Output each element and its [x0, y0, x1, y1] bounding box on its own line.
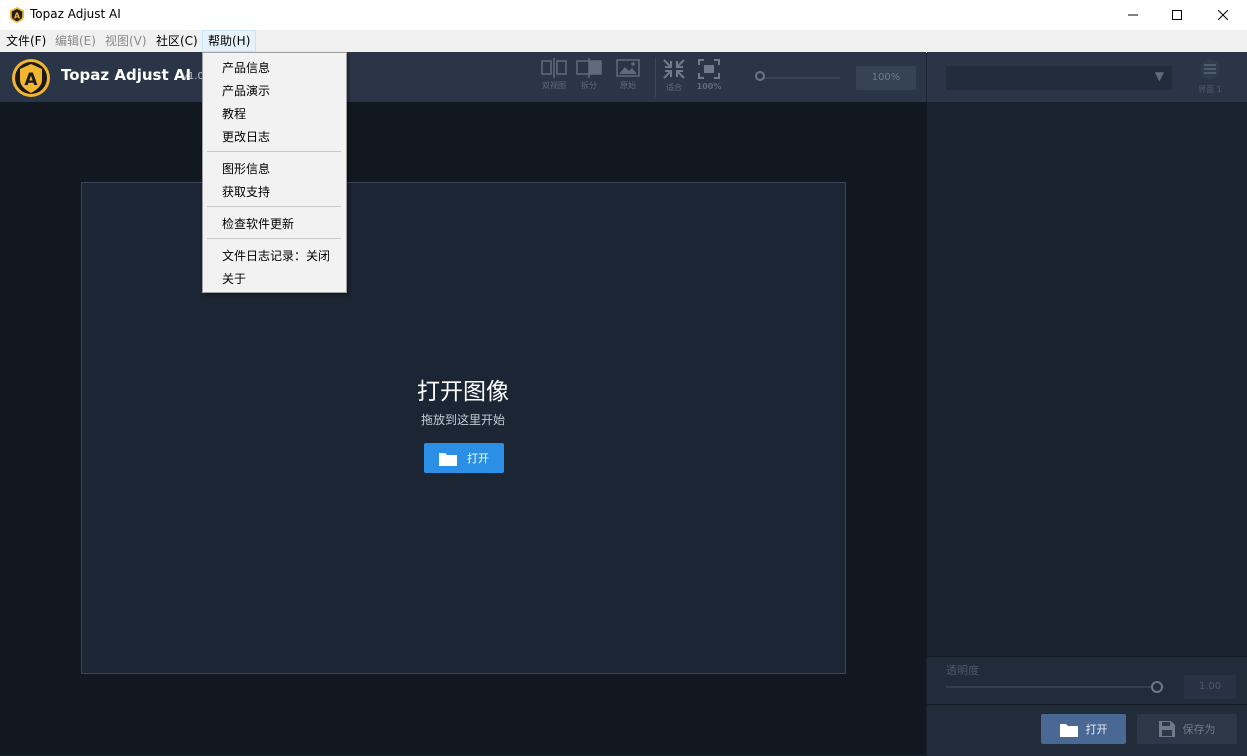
dual-view-icon	[541, 58, 567, 78]
minimize-button[interactable]	[1110, 0, 1156, 30]
close-button[interactable]	[1200, 0, 1246, 30]
minimize-icon	[1128, 14, 1138, 16]
actual-size-button[interactable]: 100%	[691, 58, 727, 98]
open-image-button[interactable]: 打开	[424, 443, 504, 473]
split-button[interactable]: 拆分	[571, 58, 607, 98]
save-as-button[interactable]: 保存为	[1137, 714, 1237, 744]
open-button-bottom-label: 打开	[1085, 723, 1108, 736]
preset-select[interactable]: ▼	[946, 66, 1172, 90]
split-icon	[576, 58, 602, 78]
fit-button[interactable]: 适合	[656, 58, 692, 98]
menu-item-product-demo[interactable]: 产品演示	[222, 82, 270, 99]
menu-file[interactable]: 文件(F)	[1, 30, 51, 52]
dropdown-arrow-icon: ▼	[1154, 69, 1164, 83]
topaz-logo: A	[12, 59, 50, 97]
open-image-label: 打开	[467, 452, 489, 465]
zoom-value-box[interactable]: 100%	[856, 66, 916, 90]
menu-item-changelog[interactable]: 更改日志	[222, 128, 270, 145]
window-titlebar: A Topaz Adjust AI	[0, 0, 1247, 30]
svg-text:A: A	[14, 12, 21, 21]
app-logo-icon: A	[10, 7, 24, 23]
menu-separator	[207, 238, 341, 239]
zoom-slider-track[interactable]	[760, 77, 840, 79]
menu-item-check-updates[interactable]: 检查软件更新	[222, 215, 294, 232]
actual-size-icon	[698, 59, 720, 79]
image-drop-zone[interactable]	[81, 182, 846, 674]
dual-view-button[interactable]: 双视图	[536, 58, 572, 98]
split-label: 拆分	[581, 81, 597, 90]
panel-view-button[interactable]: 界面 1	[1192, 58, 1228, 98]
opacity-slider-track[interactable]	[946, 686, 1164, 688]
menu-item-get-support[interactable]: 获取支持	[222, 183, 270, 200]
menubar: 文件(F) 编辑(E) 视图(V) 社区(C) 帮助(H)	[0, 30, 1247, 53]
help-menu-dropdown: 产品信息 产品演示 教程 更改日志 图形信息 获取支持 检查软件更新 文件日志记…	[202, 52, 347, 293]
menu-item-about[interactable]: 关于	[222, 270, 246, 287]
panel-view-label: 界面 1	[1198, 85, 1222, 94]
actual-size-label: 100%	[696, 82, 722, 91]
original-image-icon	[616, 59, 640, 77]
folder-icon	[1059, 723, 1078, 737]
menu-view[interactable]: 视图(V)	[100, 30, 152, 52]
menu-help[interactable]: 帮助(H)	[202, 30, 257, 52]
folder-icon	[439, 452, 457, 466]
save-icon	[1158, 721, 1175, 737]
fit-label: 适合	[666, 83, 682, 92]
maximize-button[interactable]	[1154, 0, 1200, 30]
menu-item-file-logging[interactable]: 文件日志记录：关闭	[222, 247, 330, 264]
dual-view-label: 双视图	[542, 81, 566, 90]
zoom-slider-handle[interactable]	[755, 71, 765, 81]
close-icon	[1218, 10, 1228, 20]
window-title: Topaz Adjust AI	[30, 7, 121, 21]
menu-edit[interactable]: 编辑(E)	[50, 30, 101, 52]
open-button-bottom[interactable]: 打开	[1041, 714, 1126, 744]
opacity-label: 透明度	[946, 664, 979, 677]
save-as-label: 保存为	[1182, 723, 1216, 736]
maximize-icon	[1172, 10, 1182, 20]
opacity-value-box[interactable]: 1.00	[1184, 675, 1236, 699]
menu-separator	[207, 206, 341, 207]
app-name: Topaz Adjust AI	[61, 66, 192, 84]
drop-zone-subtitle: 拖放到这里开始	[420, 413, 505, 427]
menu-community[interactable]: 社区(C)	[151, 30, 203, 52]
menu-item-graphics-info[interactable]: 图形信息	[222, 160, 270, 177]
menu-item-tutorial[interactable]: 教程	[222, 105, 246, 122]
opacity-slider-handle[interactable]	[1151, 681, 1163, 693]
menu-item-product-info[interactable]: 产品信息	[222, 59, 270, 76]
sliders-icon	[1200, 59, 1220, 79]
logo-letter: A	[24, 70, 38, 90]
original-button[interactable]: 原始	[610, 58, 646, 98]
drop-zone-title: 打开图像	[417, 379, 509, 405]
right-panel	[926, 102, 1247, 656]
original-label: 原始	[620, 81, 636, 90]
fit-icon	[663, 59, 685, 79]
menu-separator	[207, 151, 341, 152]
